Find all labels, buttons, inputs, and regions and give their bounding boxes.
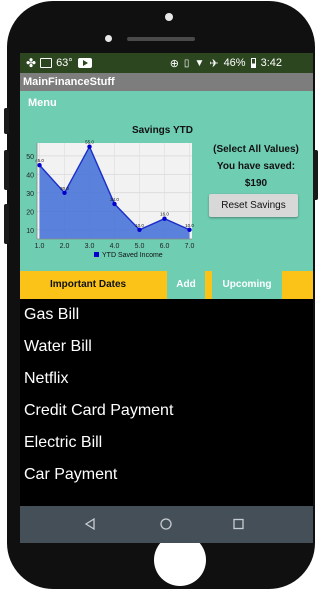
tab-bar: Important Dates Add Upcoming [20,271,313,299]
data-label: 24.0 [110,197,119,202]
data-label: 10.0 [185,223,194,228]
side-button-volume-down[interactable] [4,204,9,244]
tab-add[interactable]: Add [167,271,205,299]
home-icon[interactable] [160,518,172,530]
legend-swatch [94,252,99,257]
select-all-values-label[interactable]: (Select All Values) [202,141,310,158]
battery-percent: 46% [223,57,246,69]
phone-screen: ✤ 63° ⊕ ▯ ▼ ✈ 46% 3:42 MainFinanceStuff … [20,53,313,543]
vibrate-icon: ▯ [183,57,190,69]
sensor-icon [105,35,112,42]
y-tick-label: 30 [26,191,34,198]
side-button-volume-up[interactable] [4,150,9,190]
y-tick-label: 10 [26,228,34,235]
youtube-icon [77,58,92,68]
status-bar: ✤ 63° ⊕ ▯ ▼ ✈ 46% 3:42 [20,53,313,73]
camera-icon [165,13,173,21]
data-point[interactable] [37,162,42,168]
earpiece-speaker [127,37,195,41]
app-title-bar: MainFinanceStuff [20,73,313,91]
image-icon [40,58,53,68]
menu-button[interactable]: Menu [28,97,57,109]
saved-label: You have saved: [216,161,296,172]
savings-panel: Menu Savings YTD 10 20 30 40 50 1.0 2.0 3.0 4.0 5… [20,91,313,271]
data-label: 55.0 [85,140,94,145]
data-label: 10.0 [135,223,144,228]
bill-list-item[interactable]: Gas Bill [20,299,313,331]
clock: 3:42 [260,57,283,69]
savings-info: (Select All Values) You have saved: $190 [202,141,310,192]
y-tick-label: 50 [26,154,34,161]
airplane-icon: ✈ [209,57,219,70]
savings-chart[interactable]: 10 20 30 40 50 1.0 2.0 3.0 4.0 5.0 6.0 7.0 45.0 30.0 5… [20,139,200,269]
pinwheel-icon: ✤ [26,56,37,70]
data-point[interactable] [137,227,142,232]
bill-list-item[interactable]: Credit Card Payment [20,395,313,427]
y-tick-label: 20 [26,209,34,216]
x-tick-label: 7.0 [185,243,195,250]
data-point[interactable] [187,227,192,232]
bill-list-item[interactable]: Water Bill [20,331,313,363]
recents-icon[interactable] [233,518,244,530]
side-button-power[interactable] [313,150,318,200]
bill-list: Gas Bill Water Bill Netflix Credit Card Pay… [20,299,313,491]
data-label: 45.0 [35,158,44,163]
data-point[interactable] [112,201,117,207]
bill-list-item[interactable]: Car Payment [20,459,313,491]
saved-amount: $190 [244,178,268,189]
data-label: 16.0 [160,212,169,217]
tab-upcoming[interactable]: Upcoming [212,271,282,299]
tab-important-dates[interactable]: Important Dates [50,271,126,299]
data-point[interactable] [62,190,67,196]
x-tick-label: 4.0 [110,243,120,250]
x-tick-label: 3.0 [85,243,95,250]
data-point[interactable] [162,216,167,221]
data-label: 30.0 [60,186,69,191]
x-tick-label: 5.0 [135,243,145,250]
data-point[interactable] [87,144,92,149]
bill-list-item[interactable]: Electric Bill [20,427,313,459]
android-nav-bar [20,506,313,543]
temperature: 63° [56,57,73,69]
x-tick-label: 1.0 [35,243,45,250]
chart-title: Savings YTD [132,125,193,136]
reset-savings-button[interactable]: Reset Savings [209,194,298,217]
wifi-icon: ▼ [194,57,205,69]
x-tick-label: 6.0 [160,243,170,250]
battery-icon [250,58,256,68]
bill-list-item[interactable]: Netflix [20,363,313,395]
side-button-mute[interactable] [4,108,9,134]
y-tick-label: 40 [26,172,34,179]
back-icon[interactable] [84,517,95,531]
sync-icon: ⊕ [169,57,179,70]
legend-label: YTD Saved Income [102,252,163,259]
x-tick-label: 2.0 [60,243,70,250]
